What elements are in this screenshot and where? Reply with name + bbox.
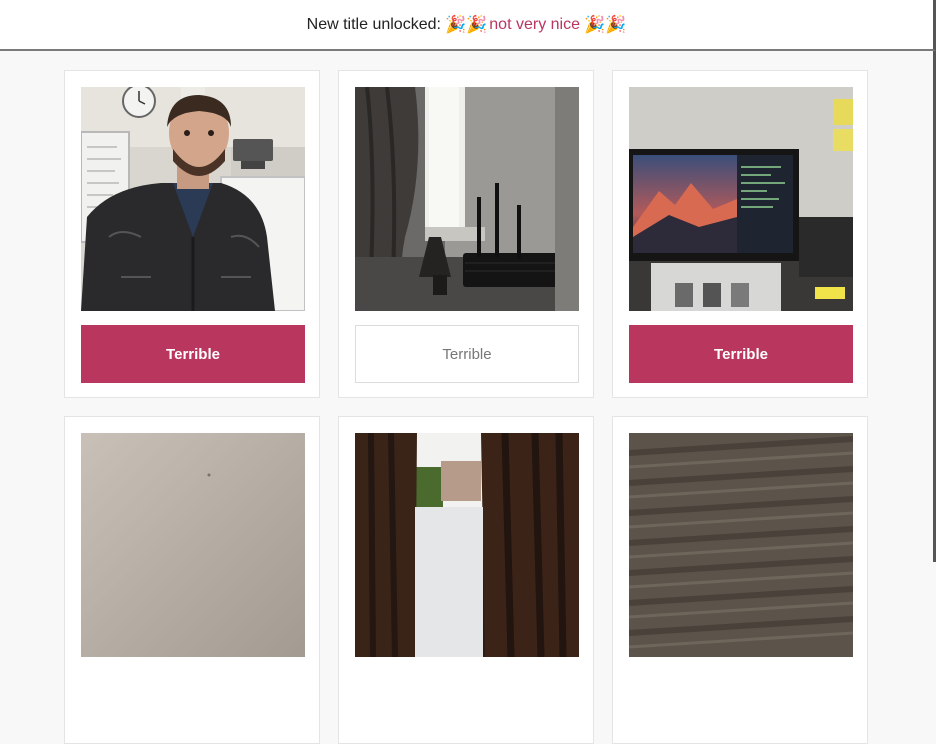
monitor-desk-photo [629, 87, 853, 311]
router-window-photo [355, 87, 579, 311]
photo-card: Terrible [338, 70, 594, 398]
party-popper-icon: 🎉🎉 [584, 14, 627, 34]
curtain-window-photo [355, 433, 579, 657]
photo-card [64, 416, 320, 744]
terrible-vote-button[interactable]: Terrible [355, 325, 579, 383]
terrible-vote-button[interactable]: Terrible [629, 325, 853, 383]
unlocked-title-text: not very nice [489, 15, 580, 33]
person-selfie-photo [81, 87, 305, 311]
carpet-photo [629, 433, 853, 657]
banner-prefix-text: New title unlocked: [306, 15, 441, 33]
photo-card [338, 416, 594, 744]
terrible-vote-button[interactable]: Terrible [81, 325, 305, 383]
party-popper-icon: 🎉🎉 [444, 14, 488, 34]
title-unlocked-banner: New title unlocked: 🎉🎉 not very nice 🎉🎉 [0, 0, 936, 51]
wall-photo [81, 433, 305, 657]
photo-card: Terrible [64, 70, 320, 398]
photo-card [612, 416, 868, 744]
photo-card: Terrible [612, 70, 868, 398]
